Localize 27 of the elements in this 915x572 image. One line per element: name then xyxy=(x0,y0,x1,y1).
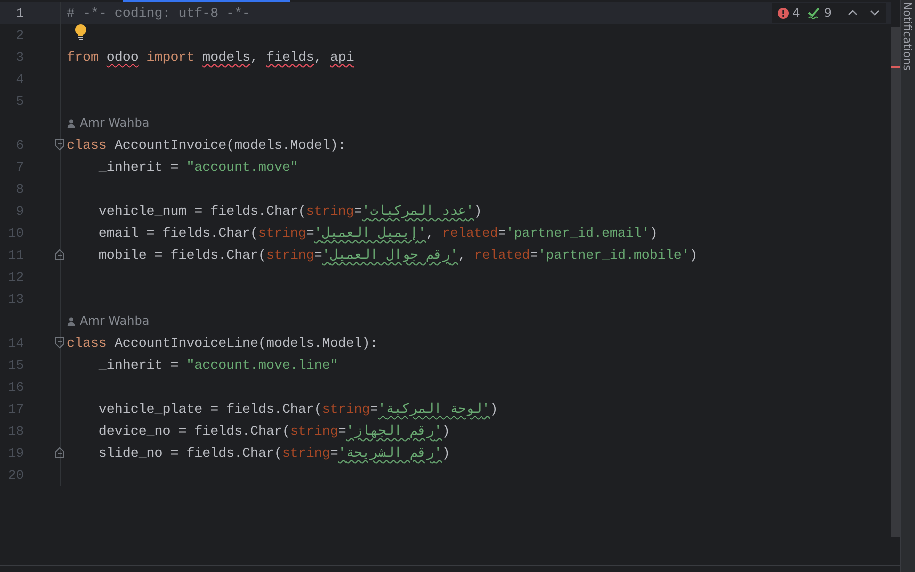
fold-icon[interactable] xyxy=(55,447,65,459)
error-icon xyxy=(778,8,789,18)
person-icon xyxy=(67,118,76,128)
code-line: # -*- coding: utf-8 -*- xyxy=(67,6,251,20)
author-hint[interactable]: Amr Wahba xyxy=(67,314,150,328)
warning-count: 9 xyxy=(824,6,832,20)
error-count: 4 xyxy=(792,6,800,20)
fold-icon[interactable] xyxy=(55,139,65,151)
fold-icon[interactable] xyxy=(55,249,65,261)
scrollbar[interactable] xyxy=(891,27,900,537)
author-name: Amr Wahba xyxy=(80,116,150,130)
line-number: 1 xyxy=(15,6,24,20)
code-line: class AccountInvoice(models.Model): xyxy=(67,138,346,152)
inspection-widget[interactable]: 4 9 xyxy=(772,3,886,23)
notifications-tab[interactable]: Notifications xyxy=(901,2,914,71)
author-name: Amr Wahba xyxy=(80,314,150,328)
chevron-up-icon[interactable] xyxy=(848,10,858,16)
code-line: from odoo import models, fields, api xyxy=(67,50,354,64)
chevron-down-icon[interactable] xyxy=(870,10,880,16)
lightbulb-icon[interactable] xyxy=(75,24,87,40)
code-line: class AccountInvoiceLine(models.Model): xyxy=(67,336,378,350)
person-icon xyxy=(67,316,76,326)
code-line: _inherit = "account.move" xyxy=(98,160,298,174)
check-icon xyxy=(808,7,820,19)
code-line: _inherit = "account.move.line" xyxy=(98,358,338,372)
author-hint[interactable]: Amr Wahba xyxy=(67,116,150,130)
fold-icon[interactable] xyxy=(55,337,65,349)
